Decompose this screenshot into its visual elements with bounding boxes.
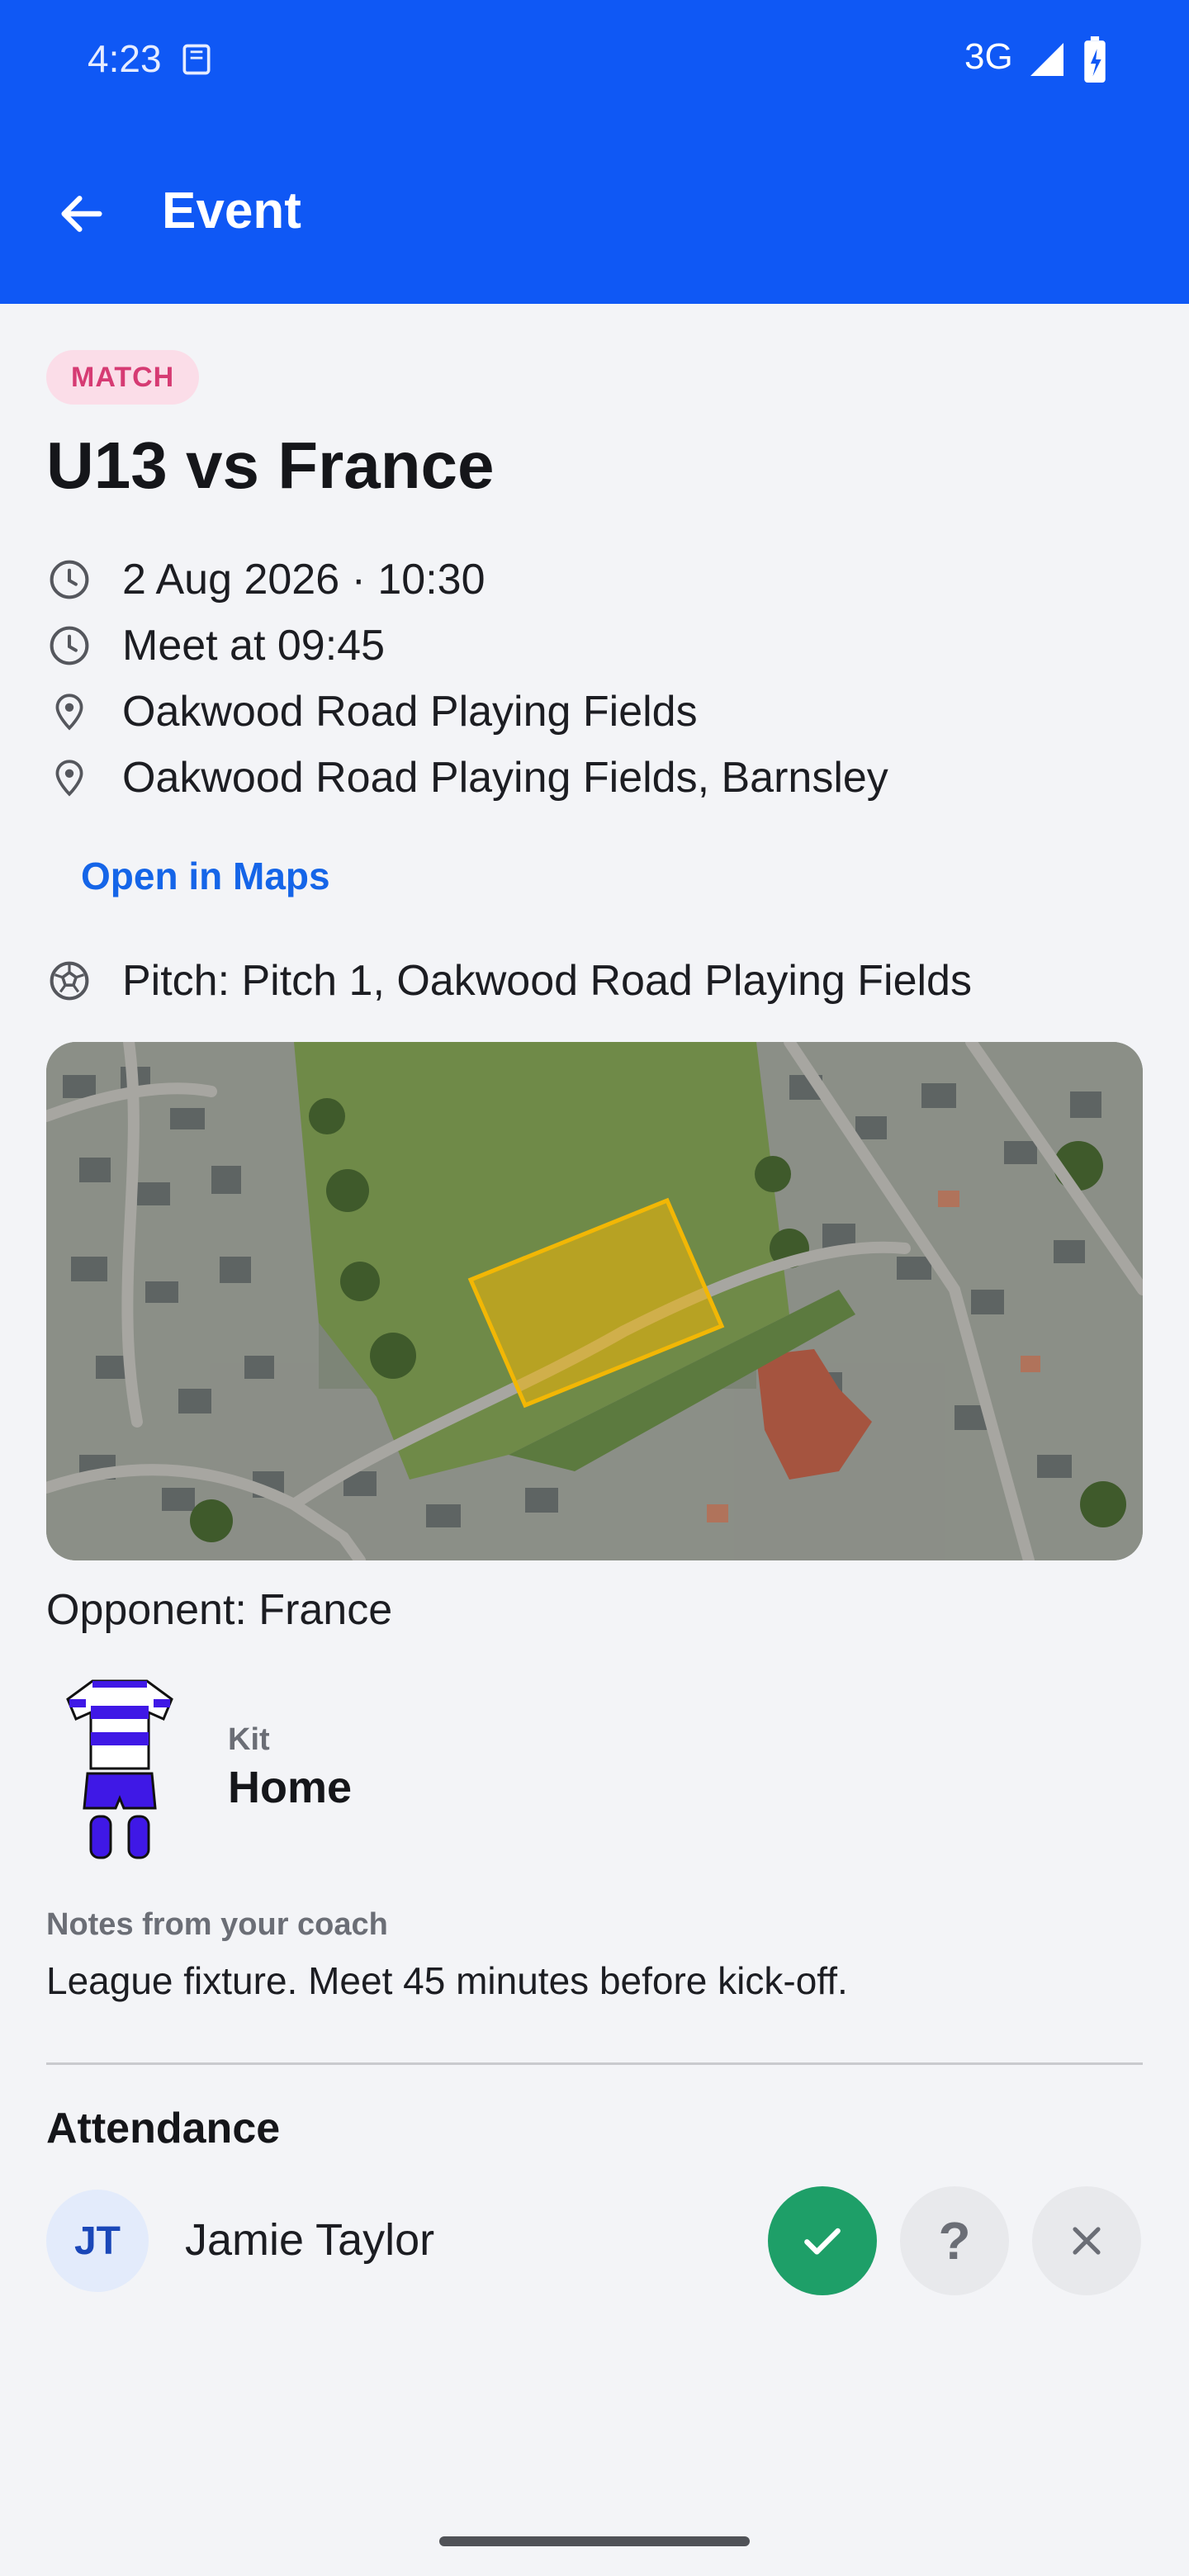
- rsvp-no-button[interactable]: [1032, 2186, 1141, 2295]
- attendance-heading: Attendance: [46, 2105, 281, 2152]
- avatar: JT: [46, 2190, 149, 2292]
- rsvp-maybe-button[interactable]: ?: [900, 2186, 1009, 2295]
- page-title: Event: [162, 182, 301, 239]
- pitch-map[interactable]: [46, 1042, 1143, 1560]
- battery-icon: [1084, 36, 1106, 83]
- signal-icon: [1030, 43, 1063, 76]
- home-indicator[interactable]: [439, 2536, 750, 2546]
- divider: [46, 2062, 1143, 2065]
- event-type-badge: MATCH: [46, 350, 200, 405]
- location-pin-icon: [46, 755, 92, 801]
- close-icon: [1073, 2227, 1101, 2255]
- venue-address: Oakwood Road Playing Fields, Barnsley: [122, 754, 888, 802]
- clock-icon: [46, 556, 92, 603]
- event-datetime: 2 Aug 2026 · 10:30: [122, 556, 486, 604]
- event-datetime-row: 2 Aug 2026 · 10:30: [46, 553, 486, 606]
- coach-notes: League fixture. Meet 45 minutes before k…: [46, 1959, 848, 2002]
- pitch-row: Pitch: Pitch 1, Oakwood Road Playing Fie…: [46, 954, 972, 1007]
- football-icon: [46, 958, 92, 1004]
- question-mark-icon: ?: [938, 2211, 971, 2271]
- event-title: U13 vs France: [46, 429, 495, 502]
- address-row: Oakwood Road Playing Fields, Barnsley: [46, 751, 888, 804]
- status-time: 4:23: [88, 37, 162, 80]
- attendee-name: Jamie Taylor: [185, 2215, 435, 2265]
- open-in-maps-link[interactable]: Open in Maps: [81, 854, 330, 898]
- venue-row: Oakwood Road Playing Fields: [46, 685, 698, 738]
- rsvp-yes-button[interactable]: [768, 2186, 877, 2295]
- arrow-left-icon: [61, 196, 102, 232]
- location-pin-icon: [46, 689, 92, 735]
- notes-label: Notes from your coach: [46, 1907, 388, 1942]
- status-network: 3G: [964, 36, 1013, 77]
- venue-name: Oakwood Road Playing Fields: [122, 688, 698, 736]
- back-button[interactable]: [46, 178, 117, 249]
- meet-time-row: Meet at 09:45: [46, 619, 385, 672]
- kit-icon: [66, 1679, 173, 1859]
- kit-value: Home: [228, 1763, 353, 1812]
- kit-label: Kit: [228, 1722, 270, 1757]
- sd-card-icon: [182, 44, 211, 75]
- opponent-info: Opponent: France: [46, 1586, 393, 1634]
- pitch-info: Pitch: Pitch 1, Oakwood Road Playing Fie…: [122, 957, 972, 1005]
- meet-time: Meet at 09:45: [122, 622, 385, 670]
- clock-icon: [46, 623, 92, 669]
- check-icon: [804, 2228, 841, 2255]
- app-bar: 4:23 3G Event: [0, 0, 1189, 304]
